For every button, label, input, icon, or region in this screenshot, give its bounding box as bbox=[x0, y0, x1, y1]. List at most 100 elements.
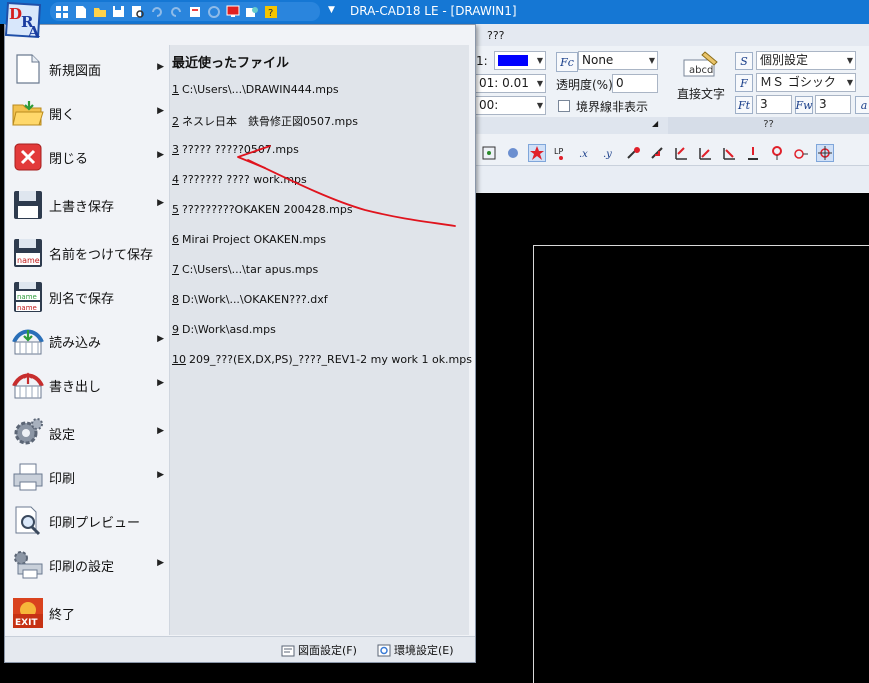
undo-icon[interactable] bbox=[149, 4, 164, 19]
line-style-combo[interactable]: 00: ▼ bbox=[476, 96, 546, 115]
settings-gear-icon bbox=[11, 416, 45, 450]
svg-text:.x: .x bbox=[579, 149, 588, 160]
circle-snap-icon[interactable] bbox=[792, 144, 810, 162]
font-width-value: 3 bbox=[819, 97, 827, 111]
recent-file-item[interactable]: 1 C:\Users\...\DRAWIN444.mps bbox=[172, 83, 339, 96]
refresh-icon[interactable] bbox=[206, 4, 221, 19]
nearest-snap-icon[interactable] bbox=[744, 144, 762, 162]
text-style-combo[interactable]: 個別設定 ▼ bbox=[756, 51, 856, 70]
submenu-arrow-icon: ▶ bbox=[157, 470, 164, 480]
recent-file-item[interactable]: 3????? ?????0507.mps bbox=[172, 143, 299, 156]
recent-file-item[interactable]: 5 ?????????OKAKEN 200428.mps bbox=[172, 203, 353, 216]
line-color-combo[interactable]: ▼ bbox=[494, 51, 546, 70]
app-menu-logo-button[interactable]: D R A bbox=[2, 1, 46, 41]
menu-bar-item[interactable]: ??? bbox=[487, 29, 505, 42]
svg-text:A: A bbox=[27, 23, 40, 41]
new-file-icon[interactable] bbox=[73, 4, 88, 19]
toolbar-grid-icon[interactable] bbox=[54, 4, 69, 19]
drawing-canvas[interactable] bbox=[476, 193, 869, 683]
font-combo[interactable]: ＭＳ ゴシック ▼ bbox=[756, 73, 856, 92]
menu-item-print-preview[interactable]: 印刷プレビュー bbox=[5, 501, 168, 541]
transparency-label: 透明度(%) bbox=[556, 77, 613, 92]
open-folder-icon bbox=[11, 96, 45, 130]
y-snap-icon[interactable]: .y bbox=[600, 144, 618, 162]
help-icon[interactable]: ? bbox=[263, 4, 278, 19]
snap-grid-icon[interactable] bbox=[480, 144, 498, 162]
menu-item-new-drawing[interactable]: 新規図面 ▶ bbox=[5, 49, 168, 89]
transparency-input[interactable]: 0 bbox=[612, 74, 658, 93]
hide-border-checkbox[interactable] bbox=[558, 100, 570, 112]
recent-file-item[interactable]: 8 D:\Work\...\OKAKEN???.dxf bbox=[172, 293, 328, 306]
menu-item-import[interactable]: 読み込み ▶ bbox=[5, 321, 168, 361]
recent-file-item[interactable]: 10 209_???(EX,DX,PS)_????_REV1-2 my work … bbox=[172, 353, 472, 366]
menu-item-save-copy[interactable]: name name 別名で保存 bbox=[5, 277, 168, 317]
menu-item-print[interactable]: 印刷 ▶ bbox=[5, 457, 168, 497]
direct-text-icon: abcd bbox=[683, 51, 718, 77]
recent-file-item[interactable]: 6 Mirai Project OKAKEN.mps bbox=[172, 233, 326, 246]
open-file-icon[interactable] bbox=[92, 4, 107, 19]
recent-file-item[interactable]: 7 C:\Users\...\tar apus.mps bbox=[172, 263, 318, 276]
print-preview-icon bbox=[11, 504, 45, 538]
recent-file-item[interactable]: 9 D:\Work\asd.mps bbox=[172, 323, 276, 336]
font-width-input[interactable]: 3 bbox=[815, 95, 851, 114]
redo-icon[interactable] bbox=[168, 4, 183, 19]
preview-icon[interactable] bbox=[130, 4, 145, 19]
svg-text:.y: .y bbox=[603, 149, 612, 160]
menu-item-save[interactable]: 上書き保存 ▶ bbox=[5, 185, 168, 225]
midpoint-snap-icon[interactable] bbox=[648, 144, 666, 162]
line-color-swatch bbox=[498, 55, 528, 66]
menu-item-exit[interactable]: EXIT 終了 bbox=[5, 593, 168, 633]
menu-item-settings[interactable]: 設定 ▶ bbox=[5, 413, 168, 453]
fill-color-icon[interactable]: Fc bbox=[556, 52, 578, 72]
drawing-settings-button[interactable]: 図面設定(F) bbox=[280, 642, 357, 658]
save-icon[interactable] bbox=[111, 4, 126, 19]
printer-icon bbox=[11, 460, 45, 494]
submenu-arrow-icon: ▶ bbox=[157, 334, 164, 344]
submenu-arrow-icon: ▶ bbox=[157, 378, 164, 388]
dropdown-arrow-icon: ▼ bbox=[846, 78, 853, 87]
environment-settings-button[interactable]: 環境設定(E) bbox=[376, 642, 454, 658]
center-snap-icon[interactable] bbox=[768, 144, 786, 162]
drawing-area-bottom-edge bbox=[0, 662, 476, 683]
menu-item-save-as[interactable]: name 名前をつけて保存 bbox=[5, 233, 168, 273]
font-spacing-icon[interactable]: a bbox=[855, 96, 869, 114]
fill-combo[interactable]: None ▼ bbox=[578, 51, 658, 70]
font-height-icon[interactable]: Ft bbox=[735, 96, 753, 114]
menu-item-open[interactable]: 開く ▶ bbox=[5, 93, 168, 133]
save-copy-icon: name name bbox=[11, 280, 45, 314]
star-snap-icon[interactable] bbox=[528, 143, 546, 162]
qat-customize-chevron-icon[interactable]: ▼ bbox=[328, 5, 335, 15]
crosshair-snap-icon[interactable] bbox=[816, 143, 834, 162]
submenu-arrow-icon: ▶ bbox=[157, 62, 164, 72]
intersection-snap-icon[interactable] bbox=[720, 144, 738, 162]
perpendicular-snap-icon[interactable] bbox=[672, 144, 690, 162]
endpoint-snap-icon[interactable] bbox=[624, 144, 642, 162]
menu-item-close[interactable]: 閉じる ▶ bbox=[5, 137, 168, 177]
drawing-settings-icon bbox=[280, 643, 295, 657]
window-title: DRA-CAD18 LE - [DRAWIN1] bbox=[350, 4, 517, 18]
font-icon[interactable]: F bbox=[735, 74, 753, 92]
font-height-input[interactable]: 3 bbox=[756, 95, 792, 114]
application-menu: 新規図面 ▶ 開く ▶ 閉じる ▶ 上書き保存 ▶ name 名前をつけて保存 … bbox=[4, 24, 476, 663]
layer-icon[interactable] bbox=[187, 4, 202, 19]
monitor-icon[interactable] bbox=[225, 4, 240, 19]
x-snap-icon[interactable]: .x bbox=[576, 144, 594, 162]
svg-text:name: name bbox=[17, 293, 37, 301]
tangent-snap-icon[interactable] bbox=[696, 144, 714, 162]
snap-settings-icon[interactable] bbox=[504, 144, 522, 162]
recent-file-item[interactable]: 2 ネスレ日本 鉄骨修正図0507.mps bbox=[172, 113, 358, 129]
menu-item-print-settings[interactable]: 印刷の設定 ▶ bbox=[5, 545, 168, 585]
menu-item-export[interactable]: 書き出し ▶ bbox=[5, 365, 168, 405]
line-scale-combo[interactable]: 01: 0.01 ▼ bbox=[476, 74, 546, 93]
text-style-icon[interactable]: S bbox=[735, 52, 753, 70]
hide-border-option[interactable]: 境界線非表示 bbox=[558, 96, 648, 116]
direct-text-button[interactable]: abcd 直接文字 bbox=[674, 50, 728, 106]
properties-icon[interactable] bbox=[244, 4, 259, 19]
recent-file-item[interactable]: 4??????? ???? work.mps bbox=[172, 173, 307, 186]
text-style-value: 個別設定 bbox=[760, 53, 809, 67]
font-height-value: 3 bbox=[760, 97, 768, 111]
lp-snap-icon[interactable]: LP bbox=[552, 144, 570, 162]
secondary-toolbar bbox=[476, 166, 869, 192]
font-width-icon[interactable]: Fw bbox=[795, 96, 813, 114]
group-launcher-icon[interactable]: ◢ bbox=[652, 119, 658, 128]
